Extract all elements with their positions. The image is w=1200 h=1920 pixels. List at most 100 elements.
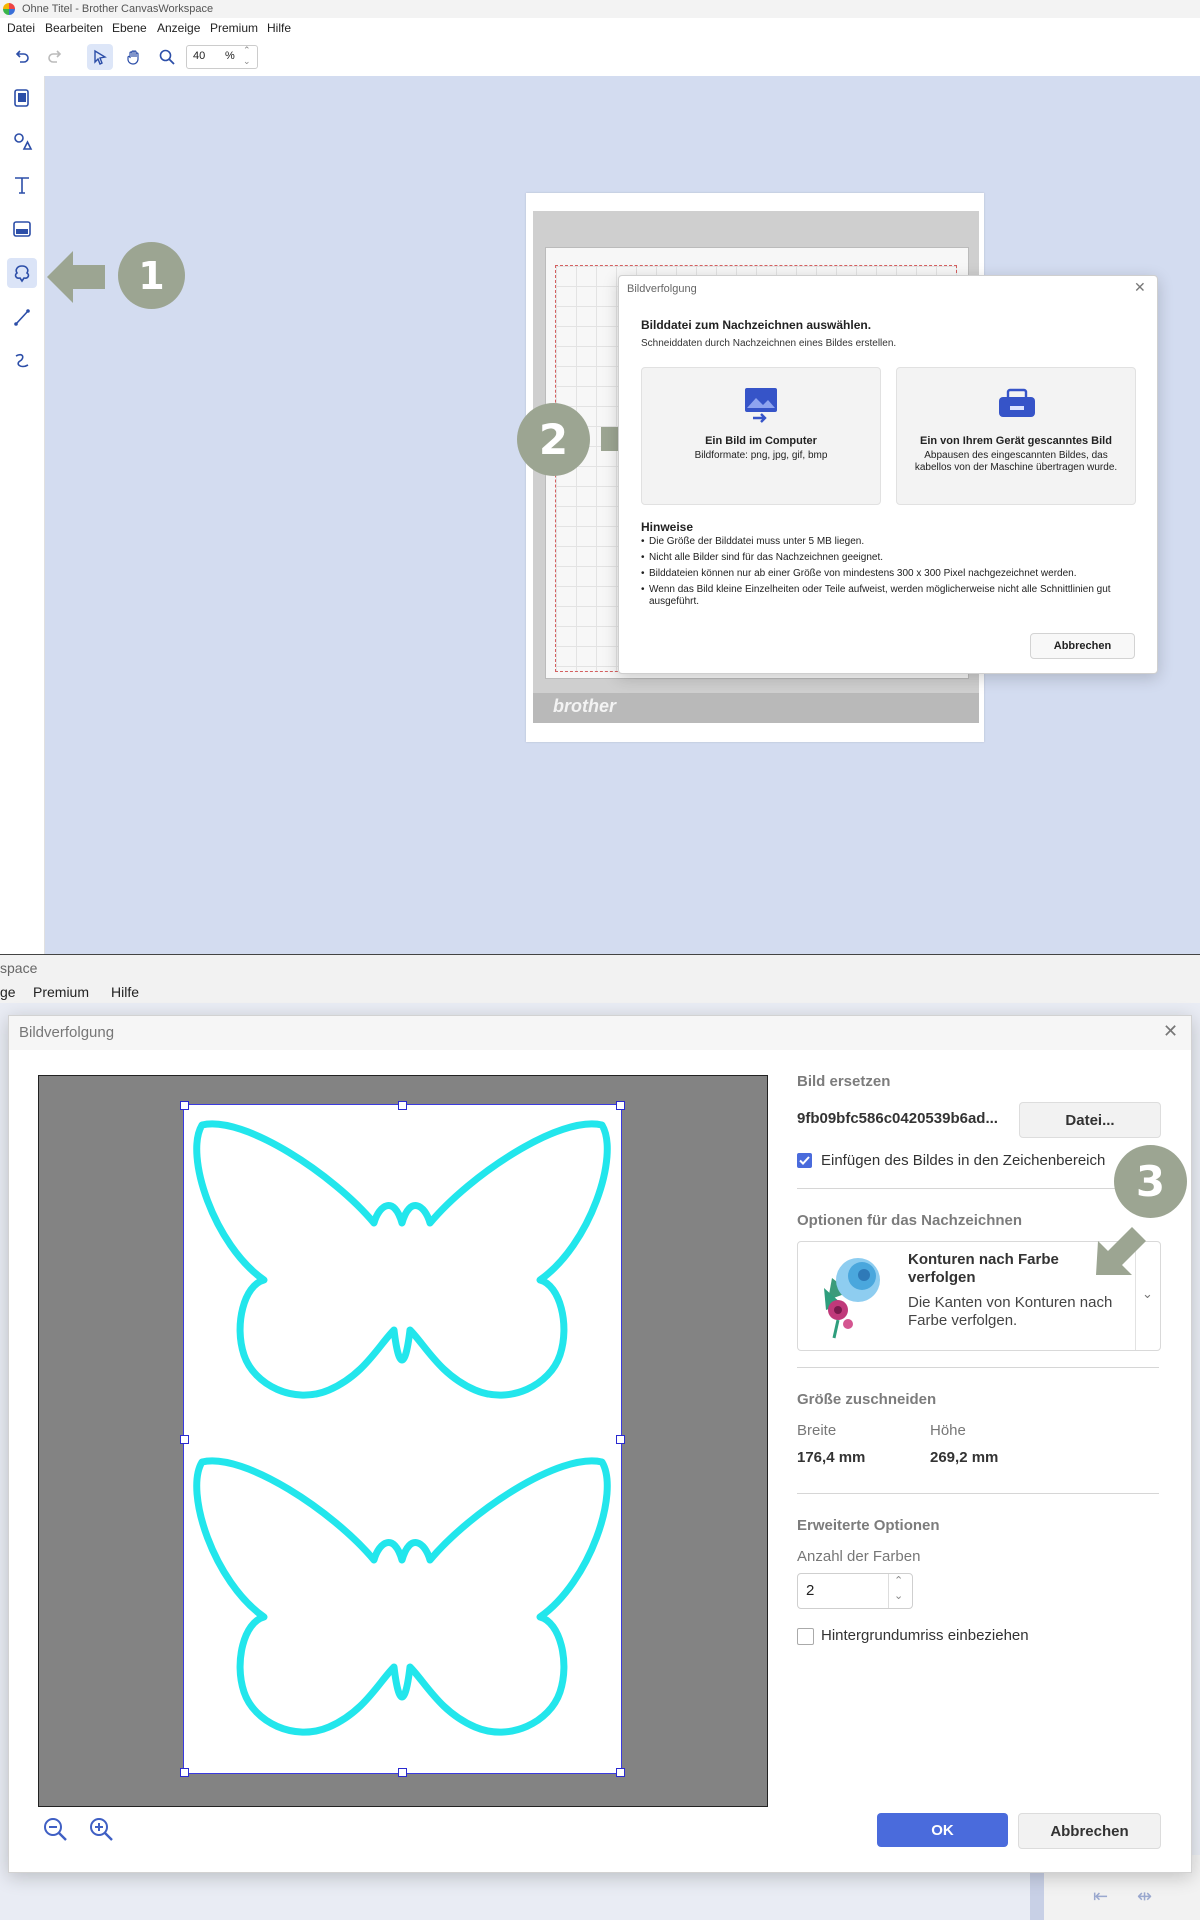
resize-handle[interactable] bbox=[180, 1768, 189, 1777]
trace-mode-desc: Die Kanten von Konturen nach Farbe verfo… bbox=[908, 1294, 1113, 1329]
dialog-heading: Bilddatei zum Nachzeichnen auswählen. bbox=[641, 318, 872, 332]
width-value: 176,4 mm bbox=[797, 1449, 866, 1466]
undo-icon[interactable] bbox=[9, 44, 35, 70]
select-pointer-icon[interactable] bbox=[87, 44, 113, 70]
step-3-badge: 3 bbox=[1114, 1145, 1187, 1218]
resize-handle[interactable] bbox=[180, 1101, 189, 1110]
dialog-title: Bildverfolgung bbox=[627, 283, 697, 295]
menu-hilfe[interactable]: Hilfe bbox=[111, 984, 139, 1000]
step-1-badge: 1 bbox=[118, 242, 185, 309]
divider bbox=[797, 1493, 1159, 1494]
dialog-header bbox=[9, 1016, 1191, 1050]
color-count-value: 2 bbox=[806, 1582, 815, 1599]
insert-image-label: Einfügen des Bildes in den Zeichenbereic… bbox=[821, 1152, 1106, 1169]
close-icon[interactable]: ✕ bbox=[1134, 279, 1146, 296]
window-title: Ohne Titel - Brother CanvasWorkspace bbox=[22, 3, 214, 15]
ok-button[interactable]: OK bbox=[877, 1813, 1008, 1847]
background-outline-checkbox[interactable] bbox=[797, 1628, 814, 1645]
menu-bar: ge Premium Hilfe bbox=[0, 981, 1200, 1003]
app-logo-icon bbox=[3, 3, 15, 15]
flower-preview-icon bbox=[824, 1258, 880, 1339]
brother-logo: brother bbox=[553, 696, 616, 716]
shapes-icon[interactable] bbox=[7, 126, 37, 156]
image-trace-icon[interactable] bbox=[7, 258, 37, 288]
note-item: Bilddateien können nur ab einer Größe vo… bbox=[641, 568, 1141, 580]
traced-image[interactable] bbox=[180, 1101, 625, 1777]
menu-bar: Datei Bearbeiten Ebene Anzeige Premium H… bbox=[0, 18, 1200, 38]
window-title: space bbox=[0, 960, 38, 976]
line-icon[interactable] bbox=[7, 302, 37, 332]
notes-list: Die Größe der Bilddatei muss unter 5 MB … bbox=[641, 536, 1141, 612]
option-scanned-desc: Abpausen des eingescannten Bildes, das k… bbox=[914, 450, 1118, 473]
insert-image-checkbox[interactable] bbox=[797, 1153, 812, 1168]
image-trace-dialog: Bildverfolgung ✕ Bilddatei zum Nachzeich… bbox=[618, 275, 1158, 674]
background-outline-label: Hintergrundumriss einbeziehen bbox=[821, 1627, 1029, 1644]
cancel-button[interactable]: Abbrechen bbox=[1030, 633, 1135, 659]
resize-handle[interactable] bbox=[616, 1768, 625, 1777]
menu-bearbeiten[interactable]: Bearbeiten bbox=[45, 21, 103, 35]
hand-pan-icon[interactable] bbox=[121, 44, 147, 70]
note-item: Nicht alle Bilder sind für das Nachzeich… bbox=[641, 552, 1141, 564]
trace-mode-title: Konturen nach Farbe verfolgen bbox=[908, 1251, 1059, 1286]
color-count-label: Anzahl der Farben bbox=[797, 1548, 921, 1565]
pages-icon[interactable] bbox=[7, 83, 37, 113]
note-item: Wenn das Bild kleine Einzelheiten oder T… bbox=[641, 584, 1141, 608]
menu-anzeige[interactable]: Anzeige bbox=[157, 21, 200, 35]
divider bbox=[797, 1367, 1159, 1368]
scanner-machine-icon bbox=[999, 388, 1035, 417]
cancel-button[interactable]: Abbrechen bbox=[1018, 1813, 1161, 1849]
close-icon[interactable]: ✕ bbox=[1163, 1021, 1178, 1042]
notes-heading: Hinweise bbox=[641, 520, 694, 534]
resize-handle[interactable] bbox=[398, 1101, 407, 1110]
menu-premium[interactable]: Premium bbox=[210, 21, 258, 35]
text-icon[interactable] bbox=[7, 170, 37, 200]
option-computer-desc: Bildformate: png, jpg, gif, bmp bbox=[694, 450, 828, 461]
zoom-stepper-icon[interactable]: ⌃ ⌄ bbox=[243, 45, 251, 67]
option-scanned-image[interactable]: Ein von Ihrem Gerät gescanntes Bild Abpa… bbox=[896, 367, 1136, 505]
left-tool-panel bbox=[0, 76, 45, 954]
align-center-icon[interactable]: ⇹ bbox=[1137, 1886, 1152, 1907]
divider bbox=[797, 1188, 1159, 1189]
stepper-arrows-icon[interactable]: ⌃ ⌄ bbox=[894, 1574, 903, 1604]
color-count-stepper[interactable]: 2 ⌃ ⌄ bbox=[797, 1573, 913, 1609]
redo-icon[interactable] bbox=[42, 44, 68, 70]
chevron-down-icon[interactable]: ⌄ bbox=[1142, 1286, 1153, 1302]
menu-anzeige[interactable]: ge bbox=[0, 984, 16, 1000]
option-scanned-title: Ein von Ihrem Gerät gescanntes Bild bbox=[920, 435, 1112, 447]
option-computer-title: Ein Bild im Computer bbox=[705, 435, 817, 447]
zoom-in-icon[interactable] bbox=[89, 1817, 115, 1843]
dialog-subheading: Schneiddaten durch Nachzeichnen eines Bi… bbox=[641, 338, 897, 349]
advanced-heading: Erweiterte Optionen bbox=[797, 1517, 940, 1534]
zoom-out-icon[interactable] bbox=[43, 1817, 69, 1843]
menu-premium[interactable]: Premium bbox=[33, 984, 89, 1000]
dialog-title: Bildverfolgung bbox=[19, 1024, 115, 1041]
step-2-badge: 2 bbox=[517, 403, 590, 476]
resize-handle[interactable] bbox=[180, 1435, 189, 1444]
zoom-input[interactable]: 40 % ⌃ ⌄ bbox=[186, 45, 258, 69]
top-screenshot: Ohne Titel - Brother CanvasWorkspace Dat… bbox=[0, 0, 1200, 954]
crop-heading: Größe zuschneiden bbox=[797, 1391, 937, 1408]
stepper-separator bbox=[888, 1574, 889, 1608]
option-computer-image[interactable]: Ein Bild im Computer Bildformate: png, j… bbox=[641, 367, 881, 505]
note-item: Die Größe der Bilddatei muss unter 5 MB … bbox=[641, 536, 1141, 548]
toolbar bbox=[0, 38, 1200, 77]
height-label: Höhe bbox=[930, 1422, 966, 1439]
bottom-screenshot: space ge Premium Hilfe ⇤ ⇹ Bildverfolgun… bbox=[0, 955, 1200, 1920]
zoom-magnifier-icon[interactable] bbox=[154, 44, 180, 70]
resize-handle[interactable] bbox=[616, 1435, 625, 1444]
zoom-unit: % bbox=[225, 50, 235, 62]
title-bar: space bbox=[0, 955, 1200, 981]
resize-handle[interactable] bbox=[616, 1101, 625, 1110]
butterfly-outline-image bbox=[193, 1120, 611, 1736]
menu-hilfe[interactable]: Hilfe bbox=[267, 21, 291, 35]
svg-import-icon[interactable] bbox=[7, 214, 37, 244]
curve-icon[interactable] bbox=[7, 346, 37, 376]
menu-datei[interactable]: Datei bbox=[7, 21, 35, 35]
resize-handle[interactable] bbox=[398, 1768, 407, 1777]
file-browse-button[interactable]: Datei... bbox=[1019, 1102, 1161, 1138]
menu-ebene[interactable]: Ebene bbox=[112, 21, 147, 35]
arrow-down-left-icon bbox=[1096, 1227, 1146, 1275]
align-left-icon[interactable]: ⇤ bbox=[1093, 1886, 1108, 1907]
check-icon bbox=[799, 1156, 810, 1165]
title-bar: Ohne Titel - Brother CanvasWorkspace bbox=[0, 0, 1200, 18]
